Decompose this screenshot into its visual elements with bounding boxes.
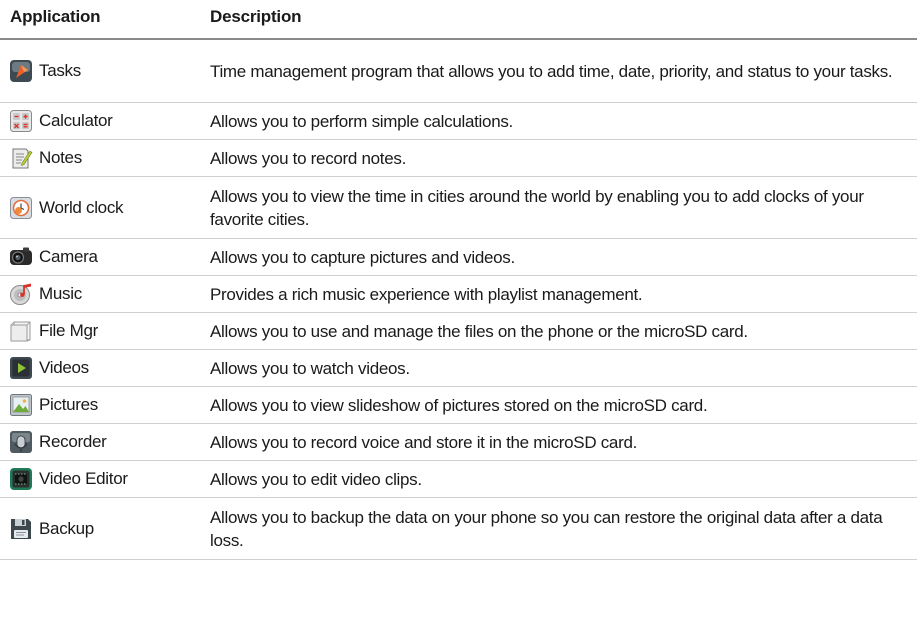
table-row: World clock Allows you to view the time … [0,177,917,239]
application-name: Music [39,284,82,303]
table-row: File Mgr Allows you to use and manage th… [0,313,917,350]
table-row: Tasks Time management program that allow… [0,40,917,103]
application-name: Videos [39,358,89,377]
application-cell: Video Editor [9,461,128,497]
application-description: Allows you to watch videos. [210,358,410,378]
application-cell: File Mgr [9,313,98,349]
table-row: Recorder Allows you to record voice and … [0,424,917,461]
application-cell: Camera [9,239,98,275]
application-cell: Recorder [9,424,107,460]
pictures-icon [9,393,33,417]
table-row: Pictures Allows you to view slideshow of… [0,387,917,424]
application-description: Allows you to perform simple calculation… [210,111,513,131]
application-name: Pictures [39,395,99,414]
application-name: Recorder [39,432,107,451]
music-icon [9,282,33,306]
application-name: World clock [39,197,124,217]
table-row: Calculator Allows you to perform simple … [0,103,917,140]
table-row: Notes Allows you to record notes. [0,140,917,177]
file-manager-icon [9,319,33,343]
application-cell: Music [9,276,82,312]
column-header-application: Application [10,7,101,26]
camera-icon [9,245,33,269]
recorder-icon [9,430,33,454]
application-description: Allows you to edit video clips. [210,469,422,489]
calculator-icon [9,109,33,133]
table-row: Video Editor Allows you to edit video cl… [0,461,917,498]
application-cell: Videos [9,350,89,386]
table-row: Music Provides a rich music experience w… [0,276,917,313]
column-header-description: Description [210,7,302,26]
backup-icon [9,517,33,541]
world-clock-icon [9,196,33,220]
application-name: Notes [39,148,82,167]
application-description: Time management program that allows you … [210,61,893,81]
tasks-icon [9,59,33,83]
application-cell: Tasks [9,40,81,102]
application-cell: Backup [9,498,94,559]
table-row: Camera Allows you to capture pictures an… [0,239,917,276]
application-cell: World clock [9,177,124,238]
application-description: Allows you to record voice and store it … [210,432,638,452]
application-cell: Calculator [9,103,113,139]
application-name: Camera [39,247,98,266]
application-description: Allows you to backup the data on your ph… [210,507,883,550]
table-row: Videos Allows you to watch videos. [0,350,917,387]
video-editor-icon [9,467,33,491]
videos-icon [9,356,33,380]
application-description: Allows you to use and manage the files o… [210,321,748,341]
application-name: Video Editor [39,469,128,488]
application-description: Allows you to view the time in cities ar… [210,186,864,229]
application-description: Allows you to view slideshow of pictures… [210,395,708,415]
application-description: Allows you to record notes. [210,148,406,168]
application-description: Allows you to capture pictures and video… [210,247,515,267]
application-name: File Mgr [39,321,98,340]
application-name: Backup [39,518,94,538]
applications-table: Application Description Tasks Time manag… [0,0,917,560]
notes-icon [9,146,33,170]
application-cell: Pictures [9,387,98,423]
table-header: Application Description [0,0,917,40]
application-description: Provides a rich music experience with pl… [210,284,643,304]
application-cell: Notes [9,140,82,176]
application-name: Calculator [39,111,113,130]
table-row: Backup Allows you to backup the data on … [0,498,917,560]
application-name: Tasks [39,61,81,80]
